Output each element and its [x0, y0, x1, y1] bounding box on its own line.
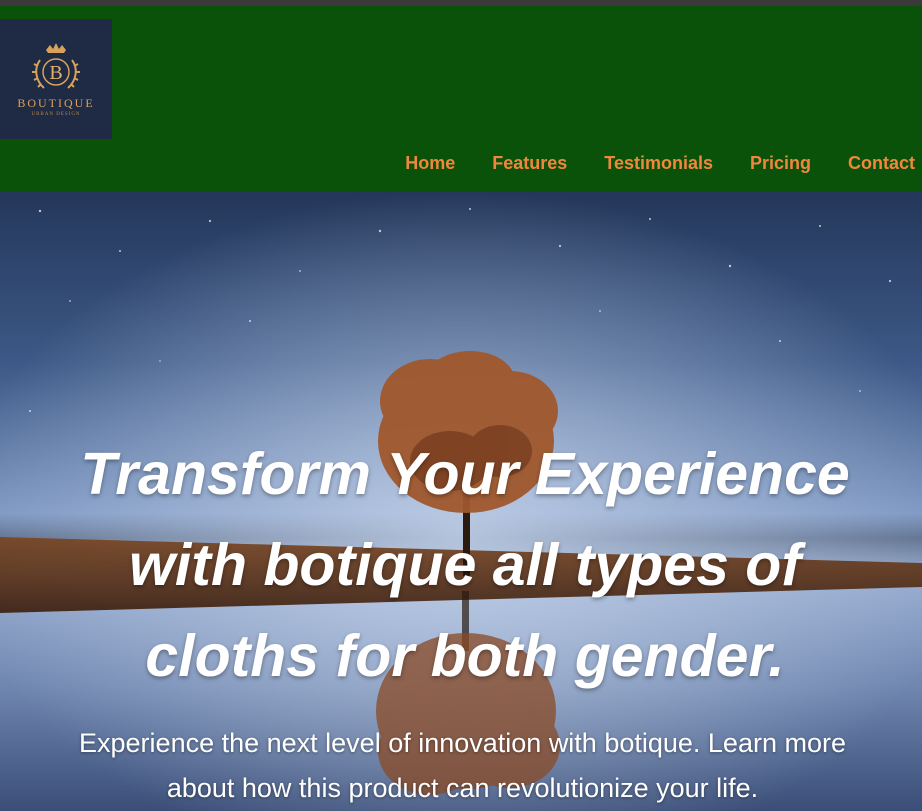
logo-tagline: URBAN DESIGN — [31, 111, 81, 117]
crown-monogram-icon: B — [32, 42, 80, 89]
site-header: B BOUTIQUE URBAN DESIGN Home Features Te… — [0, 6, 922, 191]
nav-home-link[interactable]: Home — [405, 153, 455, 174]
logo-wordmark: BOUTIQUE — [17, 95, 95, 110]
nav-pricing-link[interactable]: Pricing — [750, 153, 811, 174]
brand-logo[interactable]: B BOUTIQUE URBAN DESIGN — [0, 19, 112, 139]
nav-testimonials-link[interactable]: Testimonials — [604, 153, 713, 174]
nav-contact-link[interactable]: Contact — [848, 153, 915, 174]
nav-features-link[interactable]: Features — [492, 153, 567, 174]
main-nav: Home Features Testimonials Pricing Conta… — [368, 151, 922, 175]
logo-monogram: B — [49, 62, 62, 84]
hero-subtitle: Experience the next level of innovation … — [79, 728, 846, 803]
hero-section: Transform Your Experience with botique a… — [0, 191, 922, 811]
hero-title: Transform Your Experience with botique a… — [80, 441, 850, 689]
